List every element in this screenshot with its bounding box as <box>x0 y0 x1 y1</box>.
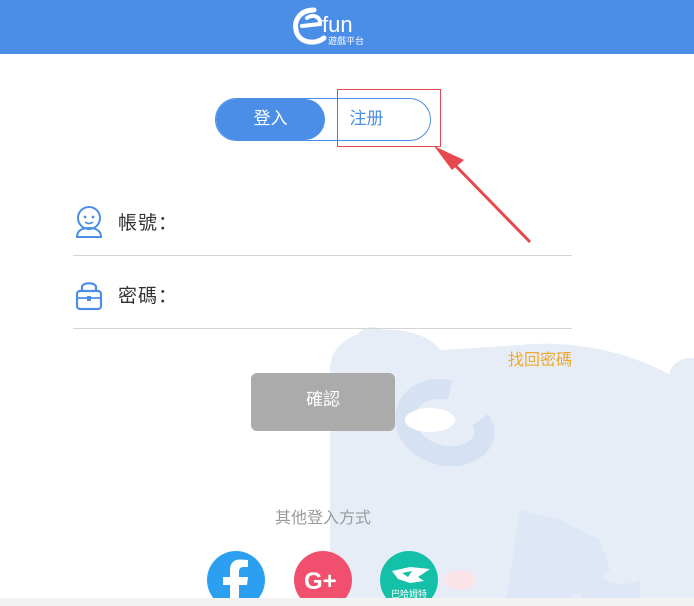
logo-text: fun <box>322 12 353 37</box>
password-label: 密碼： <box>118 285 179 307</box>
register-highlight-box <box>337 89 441 147</box>
logo-subtitle: 遊戲平台 <box>328 35 364 47</box>
forgot-password-link[interactable]: 找回密碼 <box>508 346 572 370</box>
other-login-title: 其他登入方式 <box>274 508 371 527</box>
user-avatar-icon <box>75 206 103 238</box>
efun-logo-icon: fun 遊戲平台 <box>293 7 364 47</box>
tab-login[interactable]: 登入 <box>216 99 325 140</box>
lock-icon <box>75 282 103 311</box>
account-label: 帳號： <box>118 212 179 234</box>
account-input[interactable] <box>183 204 563 238</box>
password-row: 密碼： <box>73 261 572 329</box>
password-input[interactable] <box>183 277 563 311</box>
account-row: 帳號： <box>73 188 572 256</box>
bottom-strip <box>0 598 694 606</box>
confirm-button[interactable]: 確認 <box>251 373 395 431</box>
svg-text:G+: G+ <box>304 568 337 595</box>
header-bar: fun 遊戲平台 <box>0 0 694 54</box>
